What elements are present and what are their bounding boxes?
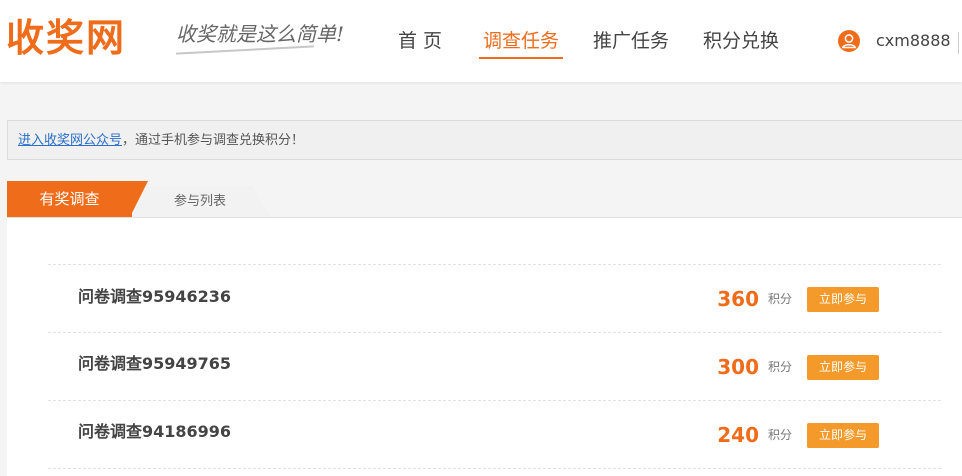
nav-survey-tasks[interactable]: 调查任务 bbox=[483, 28, 559, 54]
notice-bar: 进入收奖网公众号，通过手机参与调查兑换积分！ bbox=[7, 120, 962, 160]
nav-home[interactable]: 首 页 bbox=[398, 28, 442, 54]
row-divider bbox=[48, 264, 941, 265]
survey-title: 问卷调查95949765 bbox=[78, 354, 232, 373]
row-divider bbox=[48, 332, 941, 333]
official-account-link[interactable]: 进入收奖网公众号 bbox=[18, 133, 122, 148]
site-slogan: 收奖就是这么简单! bbox=[176, 22, 345, 46]
notice-message: ，通过手机参与调查兑换积分！ bbox=[122, 133, 305, 148]
points-unit: 积分 bbox=[768, 292, 793, 306]
nav-promotion-tasks[interactable]: 推广任务 bbox=[593, 28, 669, 54]
username[interactable]: cxm8888 bbox=[876, 30, 951, 52]
survey-points: 300 bbox=[717, 355, 759, 379]
nav-points-exchange[interactable]: 积分兑换 bbox=[703, 28, 779, 54]
nav-active-indicator bbox=[479, 57, 563, 59]
row-divider bbox=[48, 400, 941, 401]
survey-title: 问卷调查95946236 bbox=[78, 287, 232, 306]
join-survey-button[interactable]: 立即参与 bbox=[807, 355, 879, 380]
row-divider bbox=[48, 468, 941, 469]
join-survey-button[interactable]: 立即参与 bbox=[807, 287, 879, 312]
notice-text: 进入收奖网公众号，通过手机参与调查兑换积分！ bbox=[18, 132, 304, 150]
points-unit: 积分 bbox=[768, 360, 793, 374]
site-header: 收奖网 收奖就是这么简单! 首 页 调查任务 推广任务 积分兑换 cxm8888 bbox=[0, 0, 962, 82]
tab-active-corner bbox=[130, 181, 148, 217]
header-divider bbox=[958, 32, 959, 54]
site-logo[interactable]: 收奖网 bbox=[6, 14, 126, 62]
tab-participation-list[interactable]: 参与列表 bbox=[130, 186, 270, 217]
points-unit: 积分 bbox=[768, 428, 793, 442]
survey-title: 问卷调查94186996 bbox=[78, 422, 232, 441]
tab-prize-surveys[interactable]: 有奖调查 bbox=[7, 181, 132, 217]
join-survey-button[interactable]: 立即参与 bbox=[807, 423, 879, 448]
user-icon[interactable] bbox=[838, 30, 860, 52]
survey-points: 360 bbox=[717, 287, 759, 311]
survey-points: 240 bbox=[717, 423, 759, 447]
survey-list-panel: 问卷调查95946236 360 积分 立即参与 问卷调查95949765 30… bbox=[7, 217, 962, 476]
